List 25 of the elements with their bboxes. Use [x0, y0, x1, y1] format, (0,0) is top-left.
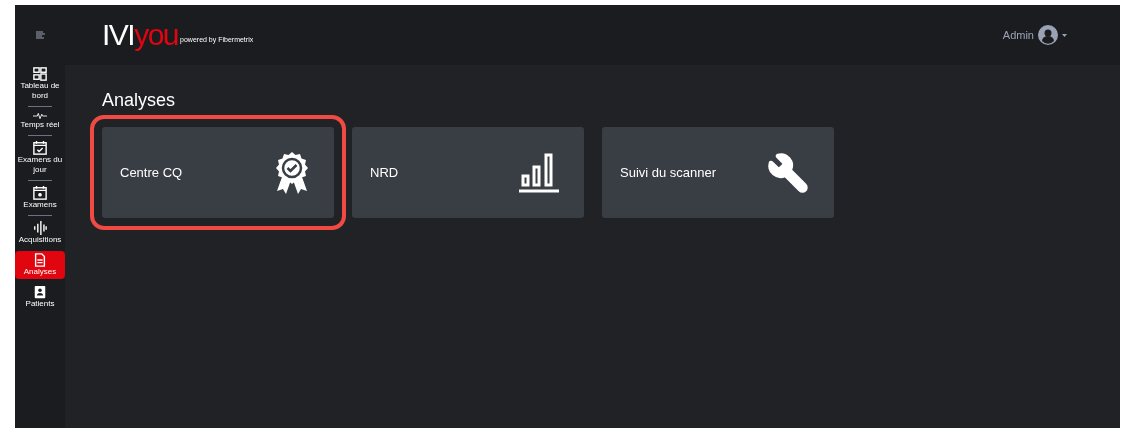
- sidebar-item[interactable]: Tableau de bord: [15, 65, 65, 103]
- sound-wave-icon: [33, 221, 47, 235]
- sidebar-item[interactable]: Examens du jour: [15, 139, 65, 177]
- sidebar-item[interactable]: Patients: [15, 283, 65, 311]
- analysis-card[interactable]: Suivi du scanner: [602, 127, 834, 218]
- analysis-card[interactable]: Centre CQ: [102, 127, 334, 218]
- sidebar-item[interactable]: Analyses: [15, 251, 65, 279]
- award-badge-icon: [274, 150, 310, 195]
- analysis-card[interactable]: NRD: [352, 127, 584, 218]
- grid-icon: [33, 67, 47, 81]
- wrench-icon: [766, 150, 810, 195]
- caret-icon: [1062, 33, 1067, 37]
- pulse-icon: [33, 112, 47, 120]
- sidebar-item[interactable]: Acquisitions: [15, 219, 65, 247]
- logo[interactable]: IVIyou: [102, 20, 179, 50]
- sidebar-item[interactable]: Temps réel: [15, 110, 65, 132]
- bar-chart-icon: [518, 151, 560, 194]
- calendar-icon: [33, 186, 47, 200]
- person-badge-icon: [33, 285, 47, 299]
- page-title: Analyses: [102, 89, 177, 111]
- sidebar-item[interactable]: Examens: [15, 184, 65, 212]
- document-icon: [33, 253, 47, 267]
- user-menu[interactable]: Admin: [1002, 25, 1067, 45]
- user-avatar-icon: [1038, 25, 1058, 45]
- calendar-check-icon: [33, 141, 47, 155]
